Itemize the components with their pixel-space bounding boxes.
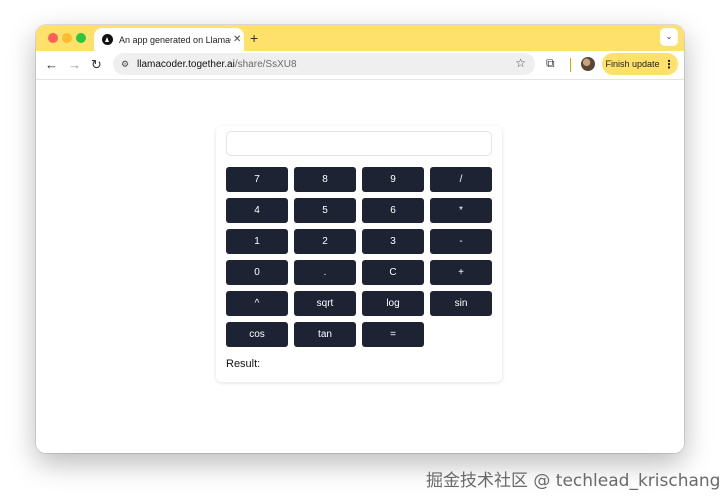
calculator-input[interactable] xyxy=(226,131,492,156)
site-settings-icon[interactable]: ⚙ xyxy=(121,59,135,70)
key-7[interactable]: 7 xyxy=(226,167,288,192)
tab-title: An app generated on LlamaCoder xyxy=(119,34,231,45)
key-tan[interactable]: tan xyxy=(294,322,356,347)
kebab-menu-icon: ⋮ xyxy=(663,58,675,71)
key-power[interactable]: ^ xyxy=(226,291,288,316)
url-path: /share/SsXU8 xyxy=(234,58,297,70)
key-decimal[interactable]: . xyxy=(294,260,356,285)
calculator-card: 7 8 9 / 4 5 6 * 1 2 3 - 0 . C + ^ sqrt l… xyxy=(216,126,502,382)
tab-close-icon[interactable]: ✕ xyxy=(233,34,241,45)
key-3[interactable]: 3 xyxy=(362,229,424,254)
key-9[interactable]: 9 xyxy=(362,167,424,192)
address-bar[interactable]: ⚙ llamacoder.together.ai/share/SsXU8 ☆ xyxy=(113,53,535,75)
calculator-keypad: 7 8 9 / 4 5 6 * 1 2 3 - 0 . C + ^ sqrt l… xyxy=(226,167,492,347)
url-text[interactable]: llamacoder.together.ai/share/SsXU8 xyxy=(137,59,297,70)
browser-toolbar: ← → ↻ ⚙ llamacoder.together.ai/share/SsX… xyxy=(36,51,684,80)
window-close-button[interactable] xyxy=(48,33,58,43)
browser-window: An app generated on LlamaCoder ✕ + ⌄ ← →… xyxy=(36,25,684,453)
title-bar: An app generated on LlamaCoder ✕ + ⌄ xyxy=(36,25,684,51)
key-clear[interactable]: C xyxy=(362,260,424,285)
new-tab-button[interactable]: + xyxy=(250,28,258,48)
key-sin[interactable]: sin xyxy=(430,291,492,316)
key-0[interactable]: 0 xyxy=(226,260,288,285)
window-minimize-button[interactable] xyxy=(62,33,72,43)
forward-button[interactable]: → xyxy=(68,55,81,75)
bookmark-star-icon[interactable]: ☆ xyxy=(515,56,526,70)
watermark: 掘金技术社区 @ techlead_krischang xyxy=(426,471,720,491)
browser-tab[interactable]: An app generated on LlamaCoder ✕ xyxy=(94,28,244,51)
key-1[interactable]: 1 xyxy=(226,229,288,254)
key-multiply[interactable]: * xyxy=(430,198,492,223)
finish-update-button[interactable]: Finish update ⋮ xyxy=(602,53,678,75)
reload-button[interactable]: ↻ xyxy=(91,55,102,75)
profile-avatar[interactable] xyxy=(581,57,595,71)
tab-search-button[interactable]: ⌄ xyxy=(660,28,678,46)
key-sqrt[interactable]: sqrt xyxy=(294,291,356,316)
page-content: 7 8 9 / 4 5 6 * 1 2 3 - 0 . C + ^ sqrt l… xyxy=(36,80,684,453)
key-5[interactable]: 5 xyxy=(294,198,356,223)
llamacoder-favicon-icon xyxy=(102,34,113,45)
key-6[interactable]: 6 xyxy=(362,198,424,223)
extensions-puzzle-icon[interactable]: ⧉ xyxy=(546,56,555,71)
url-host: llamacoder.together.ai xyxy=(137,58,235,70)
key-add[interactable]: + xyxy=(430,260,492,285)
window-maximize-button[interactable] xyxy=(76,33,86,43)
key-cos[interactable]: cos xyxy=(226,322,288,347)
key-subtract[interactable]: - xyxy=(430,229,492,254)
key-4[interactable]: 4 xyxy=(226,198,288,223)
toolbar-divider xyxy=(570,58,571,72)
key-8[interactable]: 8 xyxy=(294,167,356,192)
key-2[interactable]: 2 xyxy=(294,229,356,254)
result-label: Result: xyxy=(226,358,261,370)
key-divide[interactable]: / xyxy=(430,167,492,192)
finish-update-label: Finish update xyxy=(605,59,660,69)
key-log[interactable]: log xyxy=(362,291,424,316)
key-equals[interactable]: = xyxy=(362,322,424,347)
back-button[interactable]: ← xyxy=(45,55,58,75)
